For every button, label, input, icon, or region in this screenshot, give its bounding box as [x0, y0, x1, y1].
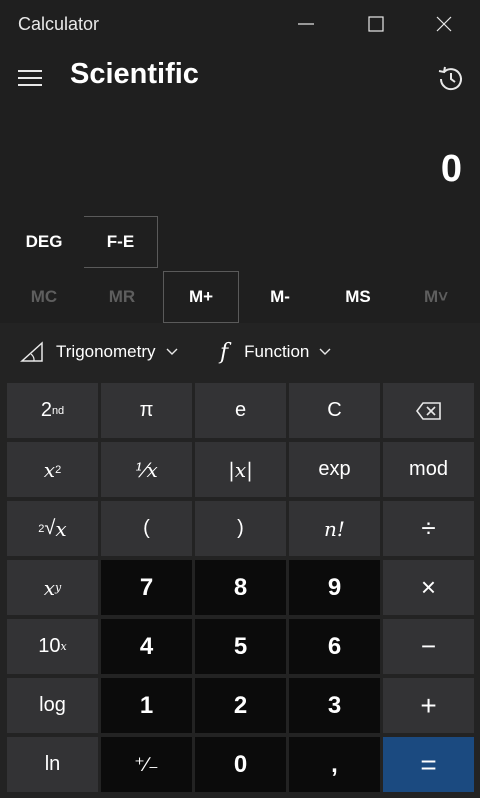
triangle-icon [20, 341, 43, 362]
digit-2-button[interactable]: 2 [195, 678, 286, 733]
fe-button[interactable]: F-E [84, 216, 158, 268]
digit-7-button[interactable]: 7 [101, 560, 192, 615]
divide-button[interactable]: ÷ [383, 501, 474, 556]
pi-button[interactable]: π [101, 383, 192, 438]
minimize-button[interactable] [274, 0, 338, 48]
plus-button[interactable]: + [383, 678, 474, 733]
backspace-icon [415, 401, 441, 420]
mod-button[interactable]: mod [383, 442, 474, 497]
abs-button[interactable]: |x| [195, 442, 286, 497]
close-icon [436, 16, 452, 32]
ten-power-button[interactable]: 10 x [7, 619, 98, 674]
reciprocal-button[interactable]: ⅟x [101, 442, 192, 497]
mode-title: Scientific [70, 58, 199, 90]
second-sup: nd [51, 404, 65, 417]
memory-list-button[interactable]: M˅ [398, 271, 474, 323]
history-icon [438, 66, 462, 91]
function-bar: Trigonometry f Function [0, 323, 480, 381]
digit-3-button[interactable]: 3 [289, 678, 380, 733]
second-label: 2 [40, 399, 52, 421]
minus-button[interactable]: − [383, 619, 474, 674]
chevron-down-icon [166, 348, 178, 355]
function-icon: f [220, 339, 229, 365]
close-button[interactable] [412, 0, 476, 48]
sqrt-x: x [55, 516, 67, 541]
title-bar: Calculator [0, 0, 480, 48]
power-sup: y [55, 581, 62, 594]
decimal-button[interactable]: , [289, 737, 380, 792]
power-label: x [43, 575, 56, 600]
square-sup: 2 [55, 463, 62, 476]
digit-4-button[interactable]: 4 [101, 619, 192, 674]
mplus-button[interactable]: M+ [163, 271, 239, 323]
mminus-button[interactable]: M- [242, 271, 318, 323]
square-button[interactable]: x2 [7, 442, 98, 497]
trigonometry-label: Trigonometry [56, 342, 156, 361]
digit-9-button[interactable]: 9 [289, 560, 380, 615]
second-button[interactable]: 2nd [7, 383, 98, 438]
app-title: Calculator [18, 14, 100, 34]
mr-button[interactable]: MR [84, 271, 160, 323]
power-button[interactable]: xy [7, 560, 98, 615]
history-button[interactable] [436, 64, 466, 94]
minimize-icon [298, 23, 314, 25]
trigonometry-dropdown[interactable]: Trigonometry [20, 323, 178, 381]
backspace-button[interactable] [383, 383, 474, 438]
square-label: x [43, 457, 56, 482]
log-button[interactable]: log [7, 678, 98, 733]
angle-row: DEG F-E [0, 216, 480, 268]
digit-1-button[interactable]: 1 [101, 678, 192, 733]
digit-5-button[interactable]: 5 [195, 619, 286, 674]
maximize-icon [368, 16, 384, 32]
ten-power-sup: x [60, 640, 67, 653]
sqrt-button[interactable]: 2 √ x [7, 501, 98, 556]
maximize-button[interactable] [344, 0, 408, 48]
right-paren-button[interactable]: ) [195, 501, 286, 556]
digit-8-button[interactable]: 8 [195, 560, 286, 615]
function-label: Function [244, 342, 310, 361]
factorial-button[interactable]: n! [289, 501, 380, 556]
chevron-down-icon [319, 348, 331, 355]
hamburger-icon [18, 70, 42, 72]
function-dropdown[interactable]: f Function [220, 323, 331, 381]
multiply-button[interactable]: × [383, 560, 474, 615]
menu-button[interactable] [18, 68, 42, 88]
ln-button[interactable]: ln [7, 737, 98, 792]
digit-6-button[interactable]: 6 [289, 619, 380, 674]
sqrt-symbol: √ [44, 517, 56, 539]
clear-button[interactable]: C [289, 383, 380, 438]
digit-0-button[interactable]: 0 [195, 737, 286, 792]
ms-button[interactable]: MS [320, 271, 396, 323]
negate-button[interactable]: ⁺∕₋ [101, 737, 192, 792]
equals-button[interactable]: = [383, 737, 474, 792]
memory-row: MC MR M+ M- MS M˅ [0, 271, 480, 323]
keypad-panel: Trigonometry f Function 2nd π e C x2 ⅟x … [0, 323, 480, 798]
mc-button[interactable]: MC [6, 271, 82, 323]
e-button[interactable]: e [195, 383, 286, 438]
deg-button[interactable]: DEG [6, 216, 82, 268]
result-display: 0 [440, 148, 462, 190]
ten-power-label: 10 [38, 635, 61, 657]
left-paren-button[interactable]: ( [101, 501, 192, 556]
exp-button[interactable]: exp [289, 442, 380, 497]
